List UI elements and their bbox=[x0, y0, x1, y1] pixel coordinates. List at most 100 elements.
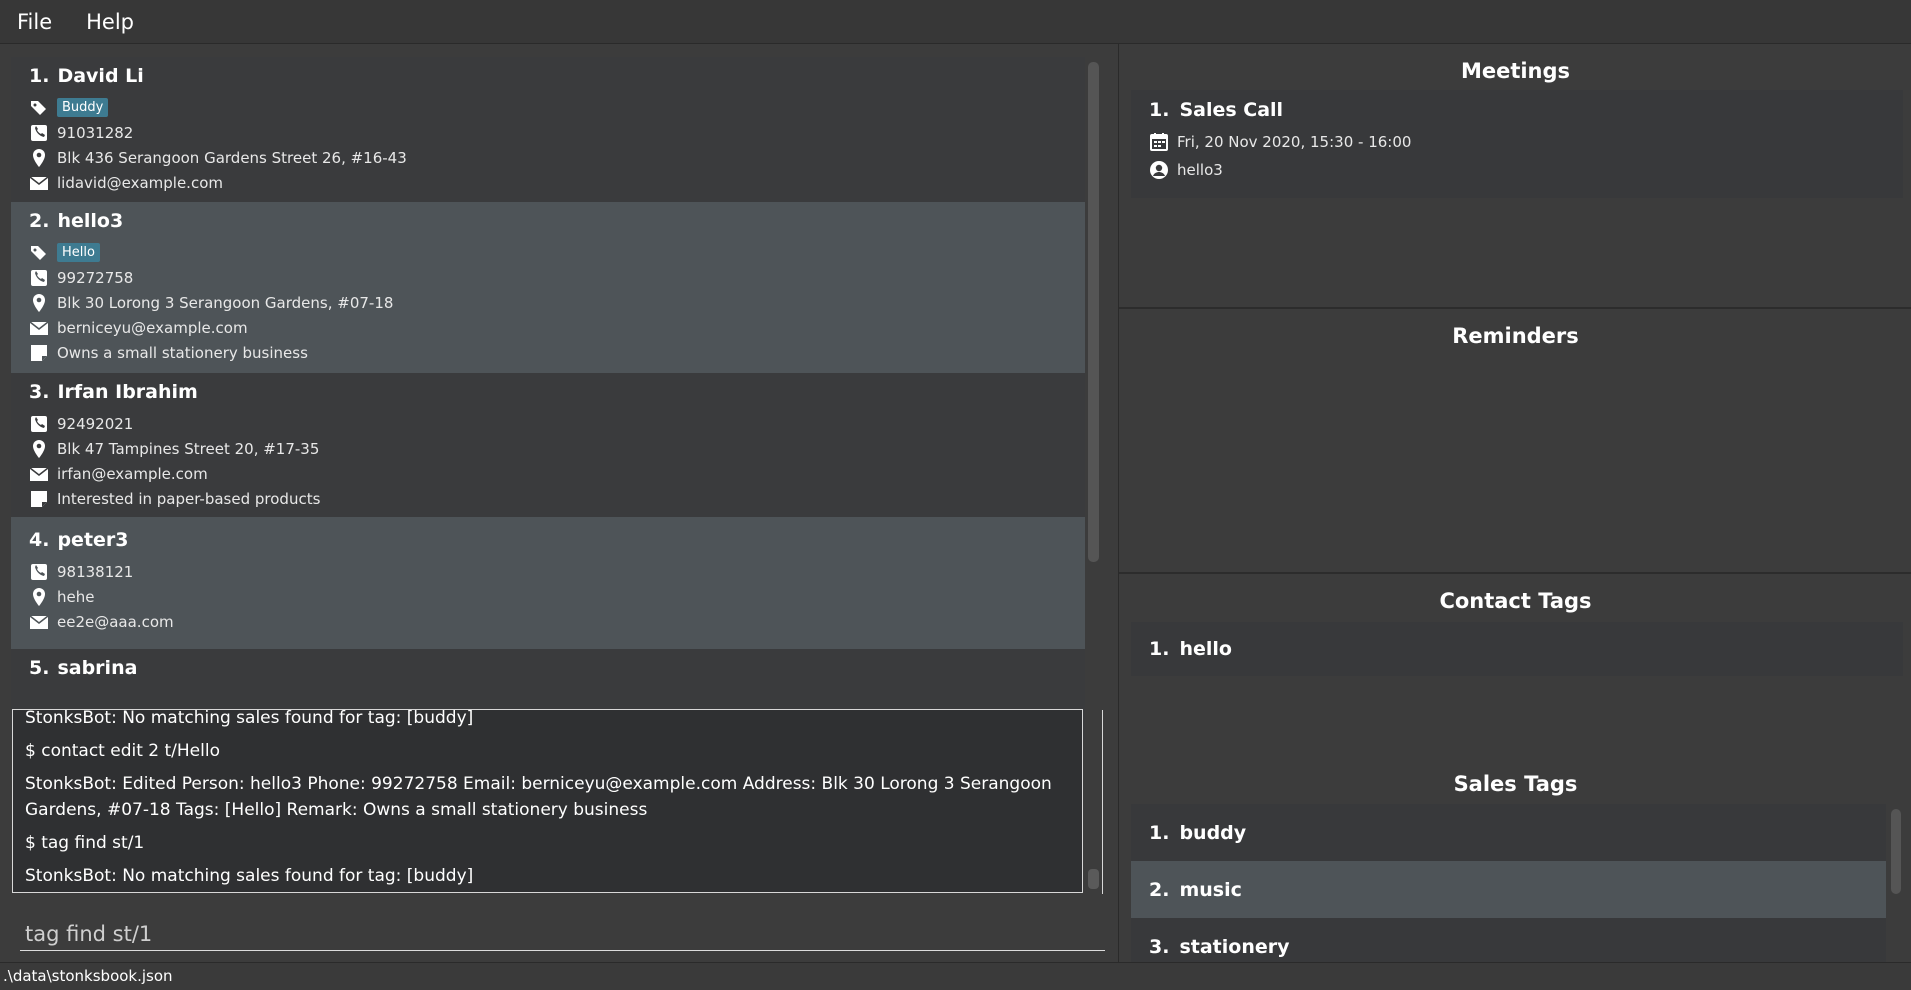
address-row: Blk 47 Tampines Street 20, #17-35 bbox=[29, 436, 1085, 461]
sales-tag-item[interactable]: 2. music bbox=[1131, 861, 1886, 918]
tag-row: Hello bbox=[29, 240, 1085, 265]
envelope-icon bbox=[29, 320, 49, 335]
address-row: Blk 30 Lorong 3 Serangoon Gardens, #07-1… bbox=[29, 290, 1085, 315]
person-card[interactable]: 2. hello3 Hello 99272758 Blk 30 Lorong 3 … bbox=[11, 202, 1085, 373]
person-index: 4. bbox=[29, 529, 50, 551]
command-input[interactable] bbox=[20, 914, 1105, 954]
save-location-path: .\data\stonksbook.json bbox=[3, 967, 173, 985]
address-row: hehe bbox=[29, 584, 1085, 609]
panel-divider bbox=[1119, 307, 1911, 309]
note-icon bbox=[31, 344, 47, 361]
phone-icon bbox=[31, 124, 47, 141]
meeting-card[interactable]: 1. Sales Call Fri, 20 Nov 2020, 15:30 - 1… bbox=[1131, 90, 1903, 198]
person-index: 2. bbox=[29, 210, 50, 232]
status-bar: .\data\stonksbook.json bbox=[0, 962, 1911, 990]
person-card[interactable]: 1. David Li Buddy 91031282 Blk 436 Serang… bbox=[11, 57, 1085, 202]
person-title: 5. sabrina bbox=[29, 649, 1085, 687]
person-title: 4. peter3 bbox=[29, 517, 1085, 559]
person-list-scrollbar[interactable] bbox=[1088, 62, 1099, 562]
envelope-icon bbox=[29, 175, 49, 190]
person-list[interactable]: 1. David Li Buddy 91031282 Blk 436 Serang… bbox=[11, 57, 1085, 740]
contact-tags-title: Contact Tags bbox=[1439, 589, 1592, 613]
panel-divider bbox=[1119, 572, 1911, 574]
result-scrollbar[interactable] bbox=[1088, 711, 1099, 891]
person-name: hello3 bbox=[57, 210, 124, 232]
phone-row: 92492021 bbox=[29, 411, 1085, 436]
user-circle-icon bbox=[1150, 160, 1168, 179]
person-name: Irfan Ibrahim bbox=[57, 381, 198, 403]
phone-text: 91031282 bbox=[57, 123, 134, 142]
result-line: StonksBot: No matching sales found for t… bbox=[25, 709, 474, 728]
person-name: sabrina bbox=[57, 657, 138, 679]
sales-tag-index: 2. bbox=[1149, 878, 1170, 901]
location-pin-icon bbox=[33, 148, 45, 167]
phone-row: 98138121 bbox=[29, 559, 1085, 584]
person-name: peter3 bbox=[57, 529, 129, 551]
phone-text: 99272758 bbox=[57, 268, 134, 287]
contact-tag-name: hello bbox=[1179, 638, 1232, 660]
meeting-name: Sales Call bbox=[1179, 99, 1284, 121]
email-text: ee2e@aaa.com bbox=[57, 612, 174, 631]
email-text: lidavid@example.com bbox=[57, 173, 223, 192]
location-pin-icon bbox=[33, 439, 45, 458]
reminders-title: Reminders bbox=[1452, 324, 1579, 348]
person-name: David Li bbox=[57, 65, 144, 87]
result-border bbox=[1102, 710, 1103, 894]
menu-help[interactable]: Help bbox=[69, 10, 151, 34]
envelope-icon bbox=[29, 466, 49, 481]
sales-tag-item[interactable]: 1. buddy bbox=[1131, 804, 1886, 861]
location-pin-icon bbox=[33, 587, 45, 606]
tag-badge: Buddy bbox=[57, 98, 109, 117]
contact-row: hello3 bbox=[1149, 157, 1903, 182]
menu-bar: File Help bbox=[0, 0, 1911, 44]
sales-tag-name: stationery bbox=[1179, 935, 1290, 958]
meetings-title: Meetings bbox=[1460, 59, 1571, 83]
address-text: hehe bbox=[57, 587, 95, 606]
person-title: 1. David Li bbox=[29, 57, 1085, 95]
sales-tag-scrollbar[interactable] bbox=[1891, 809, 1901, 894]
tags-icon bbox=[31, 245, 46, 260]
person-title: 2. hello3 bbox=[29, 202, 1085, 240]
person-card[interactable]: 3. Irfan Ibrahim 92492021 Blk 47 Tampines… bbox=[11, 373, 1085, 517]
result-line: $ contact edit 2 t/Hello bbox=[25, 741, 220, 761]
left-pane: 1. David Li Buddy 91031282 Blk 436 Serang… bbox=[0, 44, 1118, 962]
sales-tag-name: buddy bbox=[1179, 821, 1247, 844]
note-icon bbox=[31, 490, 47, 507]
calendar-icon bbox=[1150, 132, 1168, 151]
contact-tag-index: 1. bbox=[1149, 638, 1170, 660]
scrollbar-thumb[interactable] bbox=[1088, 869, 1099, 889]
address-text: Blk 30 Lorong 3 Serangoon Gardens, #07-1… bbox=[57, 293, 394, 312]
email-row: irfan@example.com bbox=[29, 461, 1085, 486]
address-text: Blk 47 Tampines Street 20, #17-35 bbox=[57, 439, 320, 458]
address-text: Blk 436 Serangoon Gardens Street 26, #16… bbox=[57, 148, 407, 167]
meeting-index: 1. bbox=[1149, 99, 1170, 121]
sales-tag-name: music bbox=[1179, 878, 1242, 901]
meeting-datetime: Fri, 20 Nov 2020, 15:30 - 16:00 bbox=[1177, 132, 1412, 151]
tag-badge: Hello bbox=[57, 243, 100, 262]
menu-file[interactable]: File bbox=[0, 10, 69, 34]
result-line: StonksBot: Edited Person: hello3 Phone: … bbox=[25, 774, 1052, 820]
remark-text: Owns a small stationery business bbox=[57, 343, 308, 362]
phone-row: 99272758 bbox=[29, 265, 1085, 290]
remark-text: Interested in paper-based products bbox=[57, 489, 321, 508]
sales-tags-title: Sales Tags bbox=[1453, 772, 1578, 796]
email-text: berniceyu@example.com bbox=[57, 318, 248, 337]
result-line: $ tag find st/1 bbox=[25, 833, 145, 853]
sales-tag-index: 1. bbox=[1149, 821, 1170, 844]
person-index: 5. bbox=[29, 657, 50, 679]
scrollbar-thumb[interactable] bbox=[1088, 62, 1099, 562]
contact-tag-item[interactable]: 1. hello bbox=[1131, 622, 1903, 676]
phone-icon bbox=[31, 415, 47, 432]
datetime-row: Fri, 20 Nov 2020, 15:30 - 16:00 bbox=[1149, 129, 1903, 154]
phone-text: 92492021 bbox=[57, 414, 134, 433]
tag-row: Buddy bbox=[29, 95, 1085, 120]
email-row: berniceyu@example.com bbox=[29, 315, 1085, 340]
person-card[interactable]: 4. peter3 98138121 hehe ee2e@aaa.com bbox=[11, 517, 1085, 649]
location-pin-icon bbox=[33, 293, 45, 312]
remark-row: Owns a small stationery business bbox=[29, 340, 1085, 365]
phone-icon bbox=[31, 563, 47, 580]
remark-row: Interested in paper-based products bbox=[29, 486, 1085, 511]
meeting-title: 1. Sales Call bbox=[1149, 90, 1903, 129]
result-display[interactable]: StonksBot: No matching sales found for t… bbox=[12, 709, 1083, 893]
meeting-contact: hello3 bbox=[1177, 160, 1223, 179]
